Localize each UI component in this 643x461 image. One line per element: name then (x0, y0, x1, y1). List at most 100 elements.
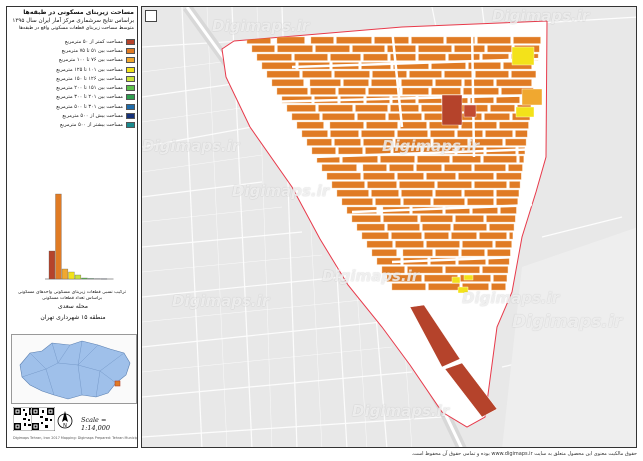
parcel-orange (487, 249, 511, 257)
parcel-orange (276, 87, 308, 95)
parcel-orange (361, 232, 389, 240)
parcel-orange (401, 189, 433, 197)
parcel-orange (338, 87, 366, 95)
parcel-orange (387, 45, 416, 53)
histogram-bar (55, 193, 62, 280)
parcel-orange (296, 121, 324, 129)
legend: مساحت کمتر از ۵۰ مترمربع مساحت بین ۵۱ تا … (9, 37, 135, 130)
legend-item: مساحت بین ۱۵۱ تا ۲۰۰ مترمربع (9, 83, 135, 92)
parcel-orange (420, 215, 453, 223)
watermark: Digimaps.ir (462, 289, 560, 307)
legend-label: مساحت بیش از ۵۰۰ مترمربع (62, 113, 123, 120)
parcel-yellow (511, 46, 535, 66)
parcel-orange (391, 232, 422, 240)
watermark: Digimaps.ir (322, 267, 420, 285)
parcel-orange (256, 53, 292, 61)
histogram-bar (81, 277, 88, 280)
parcel-orange (496, 189, 519, 197)
legend-item: مساحت بین ۵۱ تا ۷۵ مترمربع (9, 46, 135, 55)
legend-swatch (126, 75, 135, 82)
parcel-orange (448, 53, 480, 61)
watermark: Digimaps.ir (352, 402, 450, 420)
map-view[interactable]: Digimaps.ir Digimaps.ir Digimaps.ir Digi… (141, 6, 637, 448)
qr-code-icon (31, 407, 55, 431)
parcel-orange (321, 164, 357, 172)
parcel-orange (424, 232, 449, 240)
legend-label: مساحت بین ۱۵۱ تا ۲۰۰ مترمربع (56, 85, 123, 92)
parcel-orange (418, 45, 452, 53)
watermark: Digimaps.ir (232, 182, 330, 200)
parcel-orange (261, 62, 296, 70)
parcel-orange (444, 164, 472, 172)
parcel-orange (389, 164, 414, 172)
histogram (45, 193, 114, 280)
parcel-orange (464, 79, 494, 87)
parcel-orange (496, 172, 522, 180)
legend-label: مساحت بین ۱۰۱ تا ۱۲۵ مترمربع (56, 66, 123, 73)
parcel-orange (366, 240, 393, 248)
watermark: Digimaps.ir (142, 137, 240, 155)
parcel-orange (380, 155, 415, 163)
watermark: Digimaps.ir (512, 312, 623, 332)
parcel-orange (277, 45, 313, 53)
parcel-orange (286, 104, 316, 112)
parcel-orange (482, 266, 509, 274)
parcel-orange (496, 198, 518, 206)
parcel-orange (352, 45, 385, 53)
legend-item: مساحت کمتر از ۵۰ مترمربع (9, 37, 135, 46)
legend-swatch (126, 66, 135, 73)
parcel-orange (302, 70, 332, 78)
parcel-orange (310, 87, 336, 95)
parcel-orange (435, 189, 462, 197)
parcel-orange (371, 249, 397, 257)
map-title: مساحت زیربنای مسکونی در طبقه‌ها (23, 9, 134, 16)
watermark: Digimaps.ir (382, 137, 480, 155)
legend-item: مساحت بین ۱۲۶ تا ۱۵۰ مترمربع (9, 74, 135, 83)
histogram-caption-1: ترکیب نسبی قطعات زیربنای مسکونی واحدهای … (17, 290, 127, 295)
parcel-orange (477, 36, 511, 44)
parcel-orange (508, 164, 523, 172)
parcel-orange (496, 79, 532, 87)
histogram-bar (61, 268, 69, 280)
parcel-orange (355, 104, 388, 112)
svg-text:N: N (63, 423, 67, 429)
legend-swatch (126, 113, 135, 120)
parcel-orange (485, 130, 513, 138)
parcel-orange (334, 138, 361, 146)
parcel-orange (395, 240, 424, 248)
legend-swatch (126, 94, 135, 101)
parcel-orange (367, 181, 397, 189)
parcel-orange (509, 181, 521, 189)
parcel-orange (310, 36, 334, 44)
legend-label: مساحت بیشتر از ۵۰۰ مترمربع (60, 122, 123, 129)
parcel-orange (495, 240, 512, 248)
legend-label: مساحت کمتر از ۵۰ مترمربع (64, 38, 123, 45)
parcel-orange (435, 79, 462, 87)
parcel-orange (519, 155, 524, 163)
parcel-orange (474, 181, 507, 189)
parcel-orange (399, 181, 435, 189)
parcel-orange (363, 53, 388, 61)
legend-swatch (126, 122, 135, 129)
parcel-orange (366, 121, 398, 129)
legend-item: مساحت بین ۷۶ تا ۱۰۰ مترمربع (9, 56, 135, 65)
parcel-orange (416, 164, 442, 172)
parcel-orange (301, 130, 328, 138)
map-canvas[interactable] (142, 7, 637, 448)
legend-label: مساحت بین ۳۰۱ تا ۵۰۰ مترمربع (56, 103, 123, 110)
parcel-red-cluster (463, 104, 477, 118)
parcel-orange (401, 79, 433, 87)
watermark: Digimaps.ir (172, 292, 270, 310)
parcel-orange (463, 87, 499, 95)
parcel-orange (446, 36, 475, 44)
parcel-orange (428, 283, 460, 291)
histogram-caption-2: براساس تعداد قطعات مسکونی (41, 296, 103, 301)
parcel-orange (511, 70, 536, 78)
parcel-orange (334, 70, 370, 78)
legend-item: مساحت بیش از ۵۰۰ مترمربع (9, 111, 135, 120)
parcel-orange (437, 181, 472, 189)
parcel-orange (402, 249, 433, 257)
inset-locator-map (11, 334, 137, 404)
parcel-orange (309, 79, 341, 87)
parcel-orange (462, 240, 493, 248)
